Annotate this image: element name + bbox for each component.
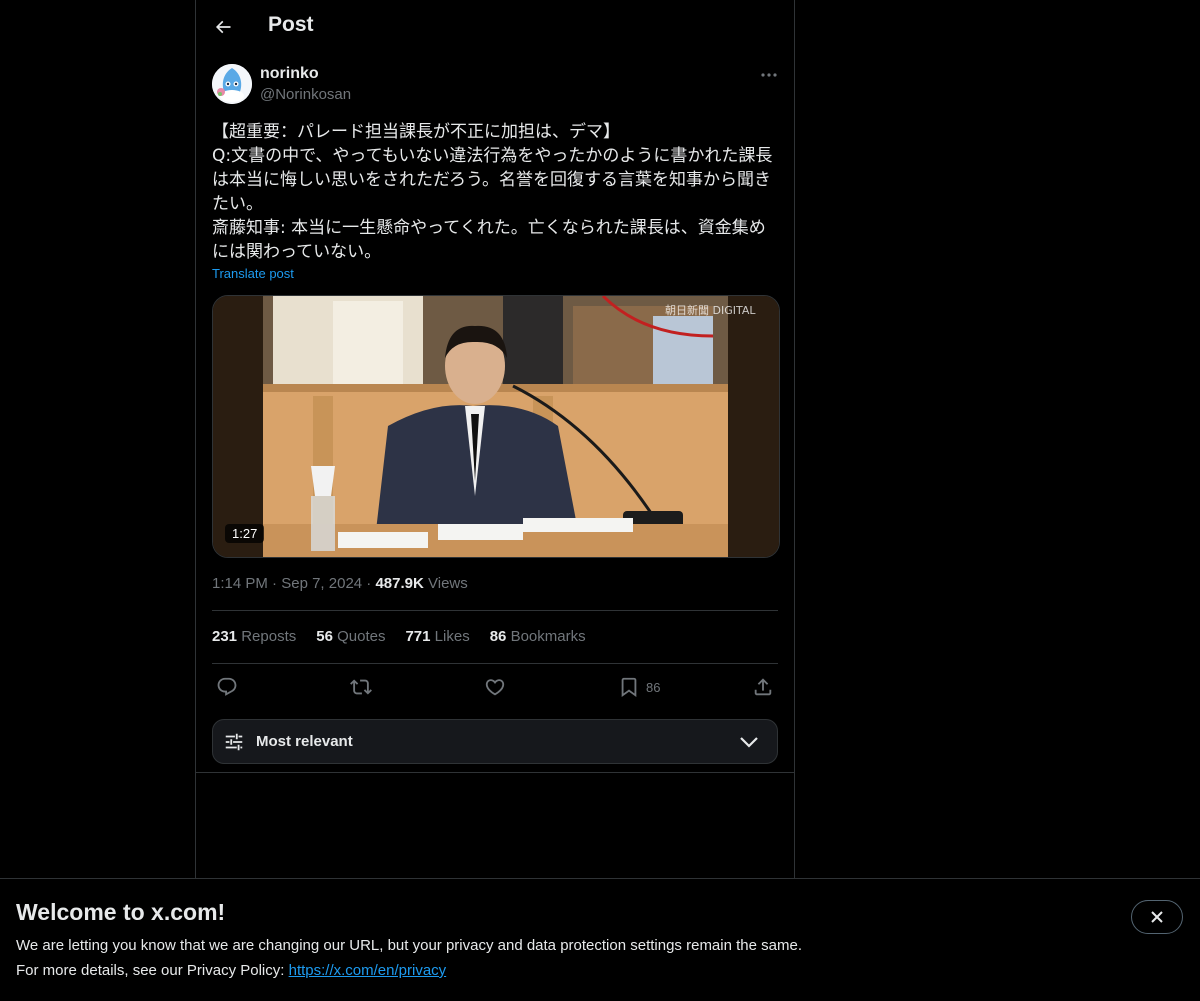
post-header: Post [196,0,794,54]
chevron-down-icon [740,737,758,748]
share-button[interactable] [752,675,774,699]
sliders-icon [225,733,243,751]
avatar[interactable] [212,64,252,104]
author-name[interactable]: norinko [260,65,319,83]
more-icon [761,73,777,77]
meta-separator: · [272,575,278,592]
banner-privacy-prefix: For more details, see our Privacy Policy… [16,962,285,979]
sort-label: Most relevant [256,733,353,750]
reply-sort-dropdown[interactable]: Most relevant [212,719,778,764]
video-watermark: 朝日新聞 DIGITAL [665,303,756,317]
privacy-policy-link[interactable]: https://x.com/en/privacy [289,962,447,979]
page-title: Post [268,13,314,36]
stat-reposts[interactable]: 231 Reposts [212,628,296,645]
repost-button[interactable] [350,675,372,699]
bookmarks-count: 86 [489,628,507,645]
close-icon [1151,911,1163,923]
bookmark-count: 86 [646,679,661,695]
banner-title: Welcome to x.com! [16,899,226,925]
divider [196,772,794,773]
translate-post-link[interactable]: Translate post [212,266,294,281]
views-count: 487.9K [375,575,424,592]
reposts-label: Reposts [241,628,297,645]
video-thumbnail: 朝日新聞 DIGITAL [213,296,779,557]
video-duration: 1:27 [225,524,265,543]
post-date[interactable]: Sep 7, 2024 [281,575,362,592]
url-change-banner: Welcome to x.com! We are letting you kno… [0,878,1200,1001]
reply-icon [217,677,237,696]
author-handle[interactable]: @Norinkosan [260,86,351,103]
divider [212,610,778,611]
post-meta: 1:14 PM · Sep 7, 2024 · 487.9K Views [212,575,468,592]
primary-column: Post norinko @Norinkosan 【超重要：パレード担当課長が不… [195,0,795,1000]
meta-separator: · [366,575,372,592]
bookmark-button[interactable]: 86 [618,675,660,699]
banner-privacy-note: For more details, see our Privacy Policy… [16,962,446,979]
reposts-count: 231 [212,628,238,645]
post-time[interactable]: 1:14 PM [212,575,268,592]
quotes-count: 56 [316,628,333,645]
banner-message: We are letting you know that we are chan… [16,937,802,954]
bookmark-icon [621,677,637,698]
repost-icon [350,679,372,695]
post-video[interactable]: 朝日新聞 DIGITAL 1:27 [212,295,780,558]
avatar-image [212,64,252,104]
bookmarks-label: Bookmarks [510,628,586,645]
stat-quotes[interactable]: 56 Quotes [316,628,385,645]
banner-close-button[interactable] [1131,900,1183,934]
more-button[interactable] [756,64,782,86]
like-icon [485,679,505,696]
post-stats: 231 Reposts 56 Quotes 771 Likes 86 Bookm… [212,628,606,645]
divider [212,663,778,664]
stat-likes[interactable]: 771 Likes [405,628,469,645]
back-button[interactable] [208,12,238,42]
share-icon [754,678,772,696]
likes-count: 771 [405,628,431,645]
stat-bookmarks[interactable]: 86 Bookmarks [490,628,586,645]
arrow-left-icon [215,20,231,34]
like-button[interactable] [484,675,506,699]
likes-label: Likes [434,628,470,645]
post-text: 【超重要：パレード担当課長が不正に加担は、デマ】 Q:文書の中で、やってもいない… [212,122,773,262]
views-label: Views [428,575,468,592]
reply-button[interactable] [216,675,238,699]
quotes-label: Quotes [337,628,386,645]
